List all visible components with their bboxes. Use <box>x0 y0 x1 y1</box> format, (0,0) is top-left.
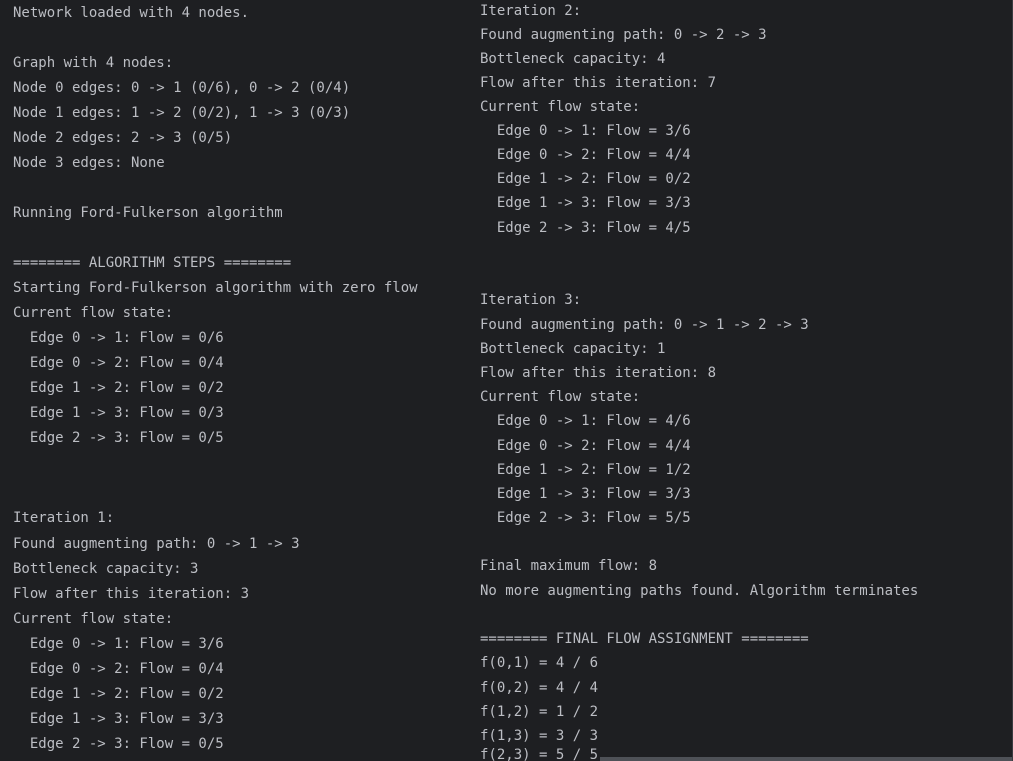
console-line: Edge 1 -> 3: Flow = 3/3 <box>480 195 691 211</box>
console-line: Found augmenting path: 0 -> 1 -> 2 -> 3 <box>480 317 809 333</box>
console-line: Node 1 edges: 1 -> 2 (0/2), 1 -> 3 (0/3) <box>13 105 351 121</box>
console-line: Edge 1 -> 3: Flow = 0/3 <box>13 405 224 421</box>
console-line: Found augmenting path: 0 -> 2 -> 3 <box>480 27 767 43</box>
console-line: Node 2 edges: 2 -> 3 (0/5) <box>13 130 233 146</box>
console-line: f(1,2) = 1 / 2 <box>480 704 599 720</box>
console-line: Current flow state: <box>480 99 641 115</box>
console-line: Edge 0 -> 2: Flow = 0/4 <box>13 661 224 677</box>
console-line: Edge 0 -> 1: Flow = 0/6 <box>13 330 224 346</box>
console-line: f(1,3) = 3 / 3 <box>480 728 599 744</box>
console-line: Flow after this iteration: 8 <box>480 365 717 381</box>
console-line: Iteration 2: <box>480 3 582 19</box>
console-line: Flow after this iteration: 3 <box>13 586 250 602</box>
horizontal-scrollbar[interactable] <box>600 757 1013 761</box>
console-line: Flow after this iteration: 7 <box>480 75 717 91</box>
console-output-panel[interactable]: Network loaded with 4 nodes. Graph with … <box>0 0 1013 761</box>
console-line: Bottleneck capacity: 3 <box>13 561 199 577</box>
console-line: Edge 0 -> 1: Flow = 3/6 <box>480 123 691 139</box>
console-line: Edge 0 -> 1: Flow = 3/6 <box>13 636 224 652</box>
console-line: Edge 1 -> 2: Flow = 0/2 <box>13 380 224 396</box>
console-line: Node 3 edges: None <box>13 155 165 171</box>
console-line: Edge 1 -> 2: Flow = 0/2 <box>13 686 224 702</box>
console-line: Current flow state: <box>480 389 641 405</box>
console-line: Edge 1 -> 3: Flow = 3/3 <box>13 711 224 727</box>
console-line: f(2,3) = 5 / 5 <box>480 747 599 761</box>
console-line: Starting Ford-Fulkerson algorithm with z… <box>13 280 418 296</box>
console-line: Edge 2 -> 3: Flow = 4/5 <box>480 220 691 236</box>
console-line: Current flow state: <box>13 305 174 321</box>
console-line: Edge 0 -> 1: Flow = 4/6 <box>480 413 691 429</box>
console-line: Edge 1 -> 2: Flow = 1/2 <box>480 462 691 478</box>
console-line: Found augmenting path: 0 -> 1 -> 3 <box>13 536 300 552</box>
console-line: Edge 2 -> 3: Flow = 0/5 <box>13 736 224 752</box>
console-line: Running Ford-Fulkerson algorithm <box>13 205 283 221</box>
console-line: Iteration 1: <box>13 510 115 526</box>
console-line: Edge 0 -> 2: Flow = 4/4 <box>480 438 691 454</box>
console-line: f(0,2) = 4 / 4 <box>480 680 599 696</box>
console-line: No more augmenting paths found. Algorith… <box>480 583 919 599</box>
console-line: Edge 0 -> 2: Flow = 4/4 <box>480 147 691 163</box>
console-line: ======== FINAL FLOW ASSIGNMENT ======== <box>480 631 809 647</box>
console-line: Network loaded with 4 nodes. <box>13 5 250 21</box>
console-line: Bottleneck capacity: 4 <box>480 51 666 67</box>
console-line: Edge 1 -> 2: Flow = 0/2 <box>480 171 691 187</box>
console-line: f(0,1) = 4 / 6 <box>480 655 599 671</box>
console-line: Iteration 3: <box>480 292 582 308</box>
console-line: Graph with 4 nodes: <box>13 55 174 71</box>
console-line: Edge 0 -> 2: Flow = 0/4 <box>13 355 224 371</box>
console-line: Edge 1 -> 3: Flow = 3/3 <box>480 486 691 502</box>
console-line: Bottleneck capacity: 1 <box>480 341 666 357</box>
console-line: ======== ALGORITHM STEPS ======== <box>13 255 292 271</box>
console-line: Edge 2 -> 3: Flow = 0/5 <box>13 430 224 446</box>
console-line: Edge 2 -> 3: Flow = 5/5 <box>480 510 691 526</box>
console-line: Current flow state: <box>13 611 174 627</box>
console-line: Node 0 edges: 0 -> 1 (0/6), 0 -> 2 (0/4) <box>13 80 351 96</box>
console-line: Final maximum flow: 8 <box>480 558 658 574</box>
